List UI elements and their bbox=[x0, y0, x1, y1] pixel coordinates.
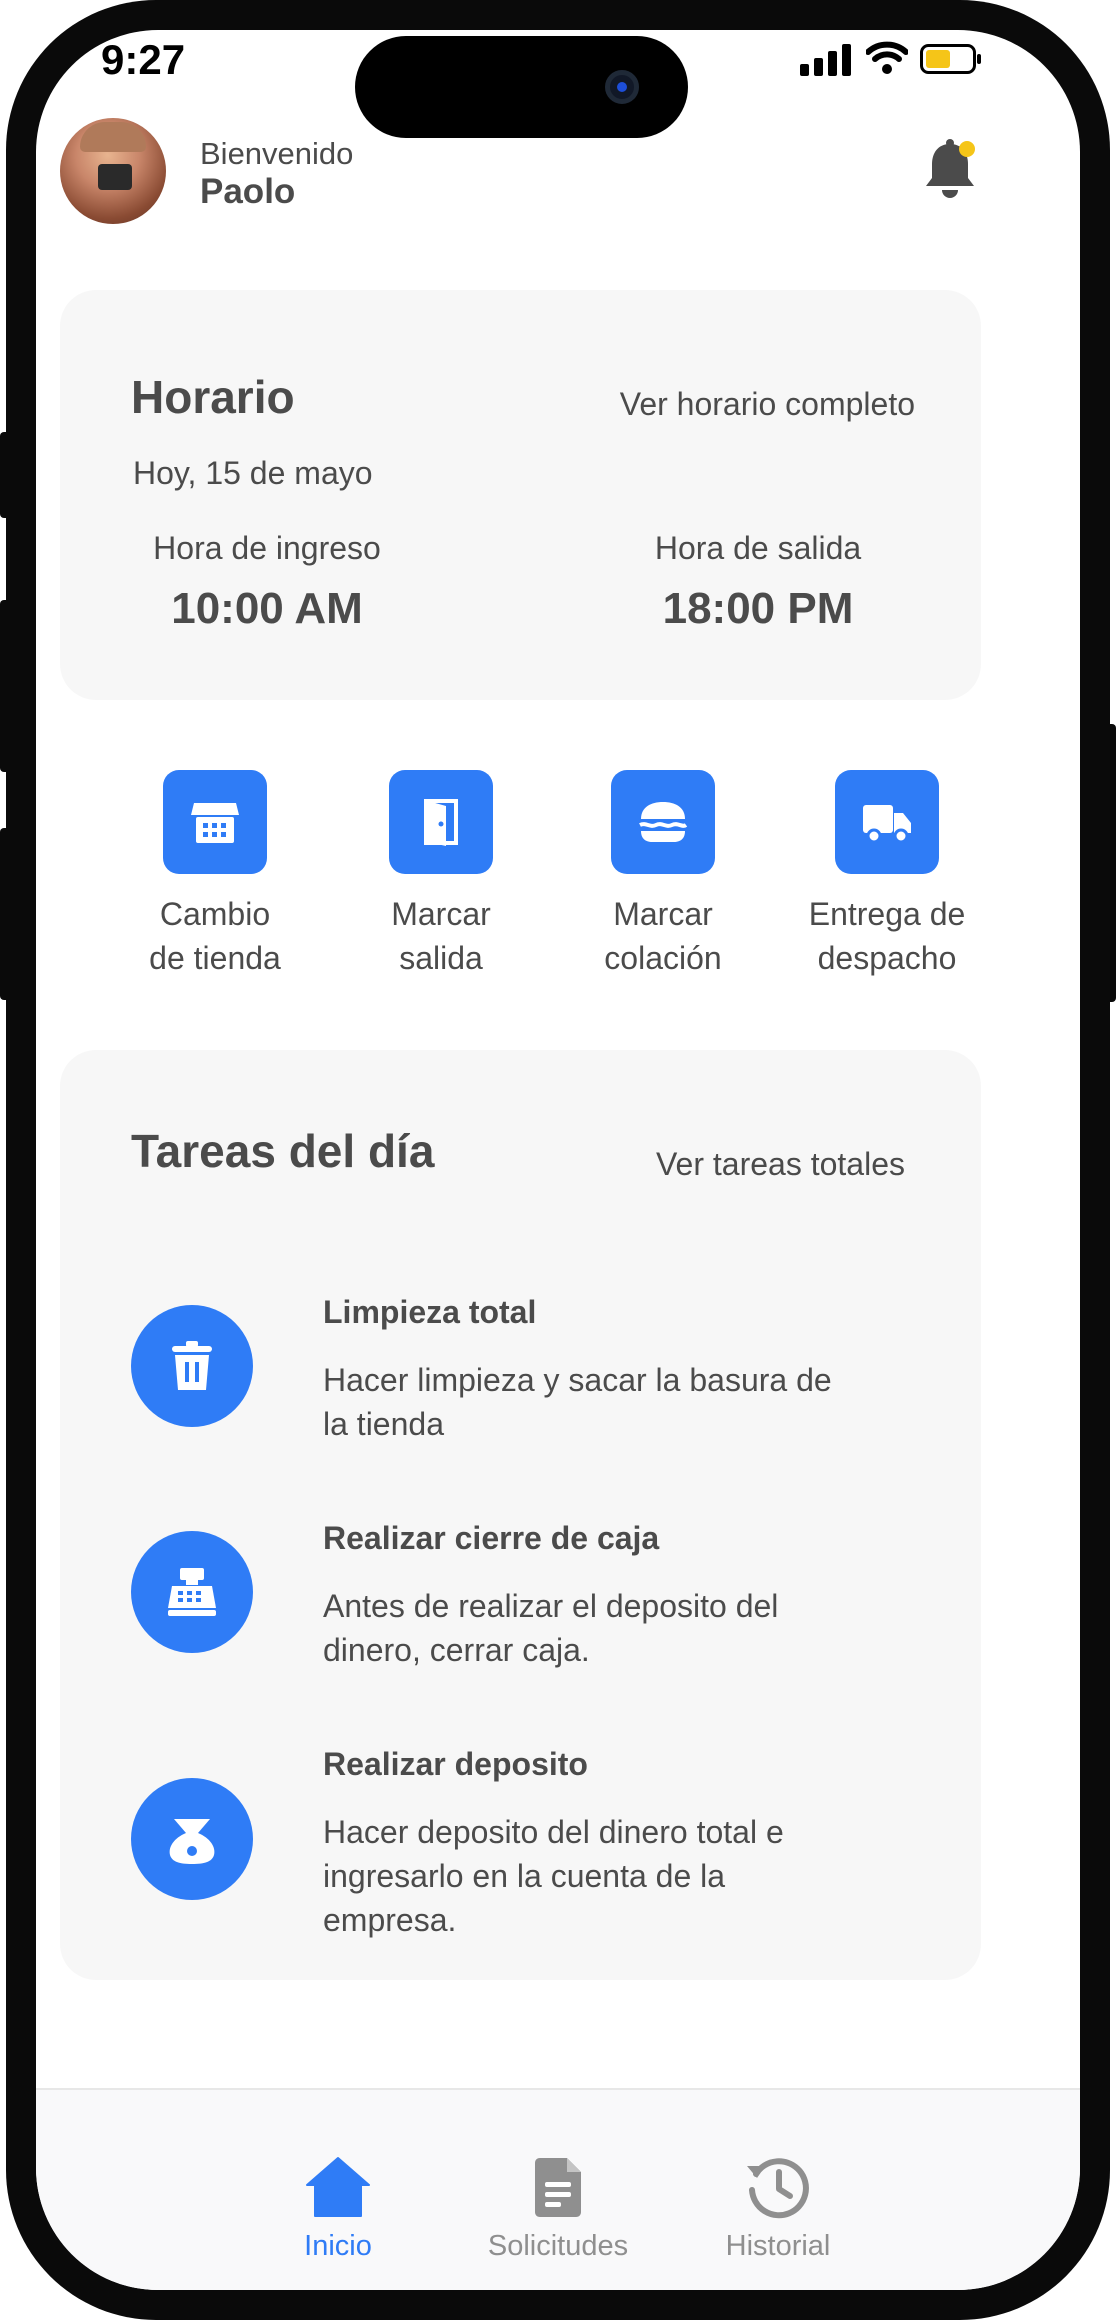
bell-icon[interactable] bbox=[922, 138, 978, 202]
nav-item-historial[interactable]: Historial bbox=[678, 2152, 878, 2263]
schedule-title: Horario bbox=[131, 371, 295, 423]
task-description-line: Hacer deposito del dinero total e bbox=[323, 1814, 784, 1850]
action-label: despacho bbox=[817, 940, 957, 976]
task-description: Hacer limpieza y sacar la basura de la t… bbox=[323, 1358, 903, 1446]
trash-icon bbox=[131, 1305, 253, 1427]
nav-label: Historial bbox=[725, 2230, 831, 2262]
mark-lunch-button[interactable]: Marcar colación bbox=[553, 770, 773, 980]
nav-label: Solicitudes bbox=[487, 2230, 629, 2262]
history-icon bbox=[747, 2158, 809, 2219]
door-icon bbox=[389, 770, 493, 874]
front-camera bbox=[605, 70, 639, 104]
task-title[interactable]: Realizar cierre de caja bbox=[323, 1520, 659, 1557]
signal-icon bbox=[800, 44, 851, 76]
action-label: Marcar bbox=[391, 896, 491, 932]
side-button bbox=[0, 828, 10, 1000]
side-button bbox=[1106, 724, 1116, 1002]
nav-item-inicio[interactable]: Inicio bbox=[238, 2152, 438, 2263]
side-button bbox=[0, 600, 10, 772]
schedule-card bbox=[60, 290, 981, 700]
nav-label: Inicio bbox=[304, 2230, 372, 2262]
avatar-phone bbox=[98, 164, 132, 190]
home-icon bbox=[306, 2157, 370, 2217]
action-label: Entrega de bbox=[808, 896, 966, 932]
task-description-line: ingresarlo en la cuenta de la bbox=[323, 1858, 726, 1894]
task-title[interactable]: Realizar deposito bbox=[323, 1746, 588, 1783]
check-out-label: Hora de salida bbox=[654, 530, 862, 566]
user-name: Paolo bbox=[200, 172, 296, 211]
burger-icon bbox=[611, 770, 715, 874]
check-in-time: 10:00 AM bbox=[171, 584, 363, 633]
task-description-line: Hacer limpieza y sacar la basura de bbox=[323, 1362, 832, 1398]
action-label: Marcar bbox=[613, 896, 713, 932]
action-label: Cambio bbox=[159, 896, 271, 932]
mark-exit-button[interactable]: Marcar salida bbox=[331, 770, 551, 980]
avatar[interactable] bbox=[60, 118, 166, 224]
task-description: Hacer deposito del dinero total e ingres… bbox=[323, 1810, 903, 1942]
truck-icon bbox=[835, 770, 939, 874]
action-label: de tienda bbox=[149, 940, 281, 976]
cash-register-icon bbox=[131, 1531, 253, 1653]
battery-icon bbox=[920, 44, 981, 74]
tasks-title: Tareas del día bbox=[131, 1125, 435, 1177]
action-label: colación bbox=[604, 940, 722, 976]
avatar-cap bbox=[80, 122, 146, 152]
status-time: 9:27 bbox=[101, 36, 186, 83]
greeting-text: Bienvenido bbox=[200, 136, 354, 171]
task-description-line: dinero, cerrar caja. bbox=[323, 1632, 590, 1668]
task-description-line: la tienda bbox=[323, 1406, 444, 1442]
document-icon bbox=[535, 2158, 581, 2217]
store-icon bbox=[163, 770, 267, 874]
task-description-line: Antes de realizar el deposito del bbox=[323, 1588, 779, 1624]
task-title[interactable]: Limpieza total bbox=[323, 1294, 536, 1331]
dispatch-delivery-button[interactable]: Entrega de despacho bbox=[777, 770, 997, 980]
dynamic-island bbox=[355, 36, 688, 138]
side-button bbox=[0, 432, 10, 518]
schedule-date: Hoy, 15 de mayo bbox=[133, 455, 373, 491]
action-label: salida bbox=[399, 940, 483, 976]
view-all-tasks-link[interactable]: Ver tareas totales bbox=[600, 1146, 905, 1183]
task-description: Antes de realizar el deposito del dinero… bbox=[323, 1584, 903, 1672]
notification-dot bbox=[959, 141, 975, 157]
task-description-line: empresa. bbox=[323, 1902, 457, 1938]
money-bag-icon bbox=[131, 1778, 253, 1900]
check-in-label: Hora de ingreso bbox=[153, 530, 381, 566]
check-out-time: 18:00 PM bbox=[662, 584, 854, 633]
wifi-icon bbox=[866, 41, 908, 74]
change-store-button[interactable]: Cambio de tienda bbox=[105, 770, 325, 980]
view-full-schedule-link[interactable]: Ver horario completo bbox=[575, 386, 915, 423]
nav-item-solicitudes[interactable]: Solicitudes bbox=[458, 2152, 658, 2263]
